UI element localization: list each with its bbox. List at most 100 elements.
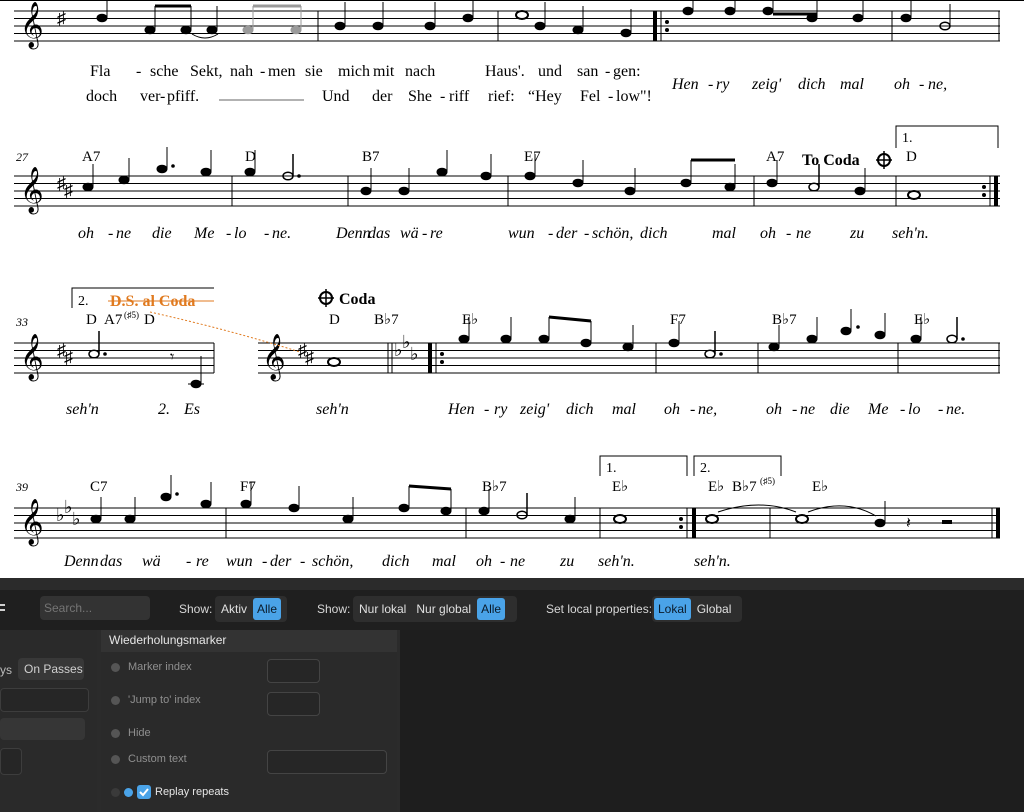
lyric-syllable: -: [708, 76, 713, 93]
lyric-syllable: re: [430, 225, 443, 242]
lyric-syllable: -: [584, 225, 589, 242]
staff-system-4: 𝄞 ♭ ♭ ♭ 𝄽 1. 2. C7 F7 B♭7 E♭ E♭ B♭7 E♭ (…: [14, 455, 1000, 570]
lyric-syllable: -: [108, 225, 113, 242]
lyric-syllable: ne: [800, 401, 815, 418]
lyric-syllable: Fel: [580, 88, 601, 105]
lyric-syllable: seh'n.: [598, 553, 635, 570]
lyric-syllable: wä: [142, 553, 161, 570]
lyric-syllable: dich: [382, 553, 410, 570]
svg-text:(♯5): (♯5): [760, 476, 775, 486]
lyric-syllable: ry: [494, 401, 508, 418]
lyric-syllable: Fla: [90, 63, 110, 80]
lyric-syllable: -: [608, 88, 613, 105]
lyric-syllable: -: [226, 225, 231, 242]
show-nur-lokal-button[interactable]: Nur lokal: [355, 598, 410, 620]
lyric-syllable: oh: [894, 76, 910, 93]
chord-symbol: B♭7: [732, 479, 757, 495]
lyric-syllable: Me: [193, 225, 214, 242]
chord-symbol: E♭: [812, 479, 828, 495]
property-indicator-dot: [111, 787, 120, 797]
lyric-syllable: ne,: [928, 76, 947, 93]
svg-text:♯: ♯: [64, 347, 73, 367]
replay-repeats-label: Replay repeats: [155, 786, 229, 798]
chord-symbol: D: [906, 149, 917, 165]
treble-clef-icon: 𝄞: [20, 167, 44, 215]
lyric-syllable: mal: [712, 225, 737, 242]
left-field-3[interactable]: [0, 748, 22, 775]
lyric-syllable: mit: [373, 63, 395, 80]
show-label-1: Show:: [179, 602, 213, 616]
lyric-syllable: pfiff.: [167, 88, 199, 105]
lyric-syllable: Es: [183, 401, 200, 418]
chord-symbol: D: [329, 312, 340, 328]
tab-on-passes[interactable]: On Passes: [18, 658, 84, 680]
lyric-syllable: “Hey: [528, 88, 562, 105]
lyric-syllable: wä: [400, 225, 419, 242]
show-nur-global-button[interactable]: Nur global: [412, 598, 475, 620]
to-coda-label: To Coda: [802, 152, 860, 169]
lyric-syllable: ne: [796, 225, 811, 242]
left-field-2[interactable]: [0, 718, 85, 740]
lyric-syllable: -: [136, 63, 141, 80]
lyric-syllable: -: [484, 401, 489, 418]
show-label-2: Show:: [317, 602, 351, 616]
chord-symbol: F7: [240, 479, 256, 495]
score-canvas[interactable]: 𝄞 ♯ Fla - sche Sekt, nah - men sie mich …: [0, 0, 1024, 578]
show-alle-2-button[interactable]: Alle: [477, 598, 506, 620]
lyric-syllable: sie: [305, 63, 323, 80]
lyric-syllable: gen:: [613, 63, 641, 80]
replay-repeats-checkbox[interactable]: [137, 785, 151, 799]
coda-symbol-icon: [876, 151, 892, 169]
treble-clef-icon: 𝄞: [20, 334, 44, 382]
lyric-syllable: schön,: [312, 553, 353, 570]
lyric-syllable: rief:: [488, 88, 515, 105]
chord-symbol: E♭: [612, 479, 628, 495]
svg-text:♯: ♯: [305, 347, 314, 367]
search-input[interactable]: [40, 596, 150, 620]
lyric-syllable: die: [830, 401, 850, 418]
svg-text:♭: ♭: [72, 509, 81, 529]
property-indicator-dot: [111, 754, 120, 764]
property-indicator-dot: [111, 695, 120, 705]
replay-repeats-row: Replay repeats: [111, 785, 229, 799]
show-segment-2: Nur lokal Nur global Alle: [353, 596, 517, 622]
svg-text:2.: 2.: [700, 461, 711, 476]
lyric-syllable: 2.: [158, 401, 170, 418]
lyric-syllable: ne.: [946, 401, 965, 418]
marker-index-row: Marker index: [111, 661, 192, 673]
measure-number: 33: [15, 315, 28, 329]
lyric-syllable: -: [186, 553, 191, 570]
hide-row: Hide: [111, 727, 151, 739]
hide-label: Hide: [128, 727, 151, 739]
custom-text-label: Custom text: [128, 753, 187, 765]
svg-text:1.: 1.: [606, 461, 617, 476]
custom-text-field[interactable]: [267, 750, 387, 774]
jump-to-index-field[interactable]: [267, 692, 320, 716]
lokal-button[interactable]: Lokal: [654, 598, 691, 620]
lyric-syllable: schön,: [592, 225, 633, 242]
lyric-syllable: zeig': [751, 76, 782, 93]
chord-symbol: C7: [90, 479, 108, 495]
empty-panel-area: [400, 630, 1024, 812]
property-indicator-dot: [111, 662, 120, 672]
menu-icon[interactable]: [0, 600, 6, 618]
chord-symbol: A7: [82, 149, 101, 165]
svg-text:2.: 2.: [78, 294, 89, 309]
treble-clef-icon: 𝄞: [20, 2, 44, 50]
marker-index-field[interactable]: [267, 659, 320, 683]
lyric-syllable: -: [690, 401, 695, 418]
treble-clef-icon: 𝄞: [262, 334, 286, 382]
show-aktiv-button[interactable]: Aktiv: [217, 598, 251, 620]
lyric-syllable: sche: [150, 63, 178, 80]
left-field-1[interactable]: [0, 688, 89, 712]
chord-symbol: B♭7: [374, 312, 399, 328]
lyric-syllable: seh'n: [66, 401, 99, 418]
global-button[interactable]: Global: [693, 598, 736, 620]
custom-text-row: Custom text: [111, 753, 187, 765]
tab-plays-partial[interactable]: ys: [0, 663, 12, 677]
show-alle-button[interactable]: Alle: [253, 598, 282, 620]
lyric-syllable: -: [260, 63, 265, 80]
lyric-syllable: ne.: [272, 225, 291, 242]
measure-number: 39: [15, 480, 28, 494]
local-global-segment: Lokal Global: [652, 596, 742, 622]
